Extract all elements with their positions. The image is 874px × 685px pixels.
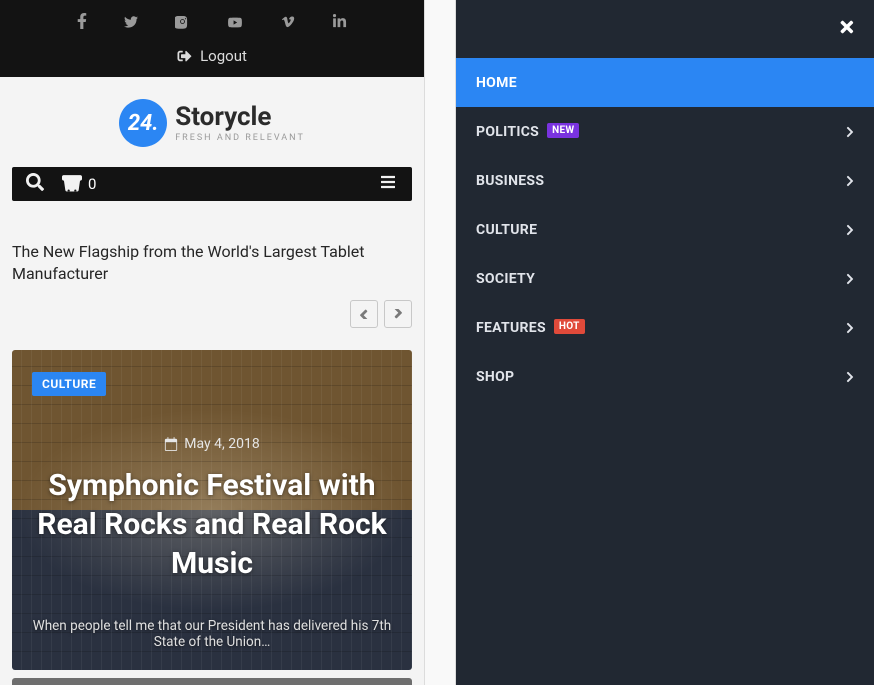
cart-icon	[62, 175, 82, 193]
cart-count: 0	[88, 175, 96, 193]
menu-item-label: CULTURE	[476, 222, 537, 238]
menu-item-label: POLITICS	[476, 124, 539, 140]
chevron-right-icon	[846, 371, 854, 383]
menu-badge: NEW	[547, 123, 579, 138]
twitter-icon[interactable]	[123, 14, 139, 33]
menu-item-politics[interactable]: POLITICS NEW	[456, 107, 874, 156]
logout-link[interactable]: Logout	[0, 40, 424, 77]
offcanvas-menu: HOME POLITICS NEW BUSINESS CULTURE SOCIETY FEA…	[456, 0, 874, 685]
menu-item-shop[interactable]: SHOP	[456, 352, 874, 401]
menu-item-label: SOCIETY	[476, 271, 535, 287]
chevron-right-icon	[846, 273, 854, 285]
chevron-right-icon	[846, 224, 854, 236]
search-icon[interactable]	[26, 173, 44, 195]
gutter	[424, 0, 456, 685]
hamburger-icon[interactable]	[378, 174, 398, 194]
menu-item-left: HOME	[476, 75, 517, 91]
facebook-icon[interactable]	[77, 13, 87, 33]
menu-item-business[interactable]: BUSINESS	[456, 156, 874, 205]
linkedin-icon[interactable]	[332, 14, 347, 33]
logo-text: Storycle FRESH AND RELEVANT	[175, 104, 305, 143]
logout-icon	[177, 49, 192, 63]
logo-brand: Storycle	[175, 104, 305, 130]
menu-item-label: HOME	[476, 75, 517, 91]
hero-card[interactable]: CULTURE May 4, 2018 Symphonic Festival w…	[12, 350, 412, 670]
chevron-right-icon	[846, 175, 854, 187]
social-row	[0, 0, 424, 40]
vimeo-icon[interactable]	[280, 14, 296, 33]
menu-item-left: BUSINESS	[476, 173, 544, 189]
cart-link[interactable]: 0	[62, 175, 96, 193]
menu-item-culture[interactable]: CULTURE	[456, 205, 874, 254]
close-icon[interactable]	[838, 18, 856, 40]
logo-badge: 24.	[119, 99, 167, 147]
hero-date-text: May 4, 2018	[184, 436, 259, 452]
chevron-right-icon	[846, 322, 854, 334]
subbar-left: 0	[26, 173, 96, 195]
menu-item-label: FEATURES	[476, 320, 546, 336]
hero-excerpt: When people tell me that our President h…	[12, 618, 412, 650]
ticker-nav	[0, 300, 424, 340]
main-column: Logout 24. Storycle FRESH AND RELEVANT 0…	[0, 0, 424, 685]
menu: HOME POLITICS NEW BUSINESS CULTURE SOCIETY FEA…	[456, 58, 874, 401]
instagram-icon[interactable]	[175, 14, 190, 33]
chevron-right-icon	[846, 126, 854, 138]
menu-item-left: CULTURE	[476, 222, 537, 238]
menu-item-features[interactable]: FEATURES HOT	[456, 303, 874, 352]
menu-item-home[interactable]: HOME	[456, 58, 874, 107]
close-wrap	[456, 0, 874, 58]
hero-date: May 4, 2018	[164, 436, 259, 452]
logout-label: Logout	[200, 47, 247, 65]
ticker-prev-button[interactable]	[350, 300, 378, 328]
menu-item-left: SHOP	[476, 369, 514, 385]
menu-item-left: POLITICS NEW	[476, 124, 579, 140]
ticker-next-button[interactable]	[384, 300, 412, 328]
youtube-icon[interactable]	[226, 14, 244, 33]
subbar: 0	[12, 167, 412, 201]
news-ticker[interactable]: The New Flagship from the World's Larges…	[0, 201, 424, 300]
logo-tagline: FRESH AND RELEVANT	[175, 134, 305, 143]
calendar-icon	[164, 437, 178, 451]
menu-item-society[interactable]: SOCIETY	[456, 254, 874, 303]
hero-title: Symphonic Festival with Real Rocks and R…	[28, 466, 396, 583]
menu-item-label: BUSINESS	[476, 173, 544, 189]
logo[interactable]: 24. Storycle FRESH AND RELEVANT	[0, 77, 424, 167]
second-card[interactable]: TECH	[12, 678, 412, 685]
menu-badge: HOT	[554, 319, 585, 334]
menu-item-left: SOCIETY	[476, 271, 535, 287]
menu-item-label: SHOP	[476, 369, 514, 385]
menu-item-left: FEATURES HOT	[476, 320, 585, 336]
